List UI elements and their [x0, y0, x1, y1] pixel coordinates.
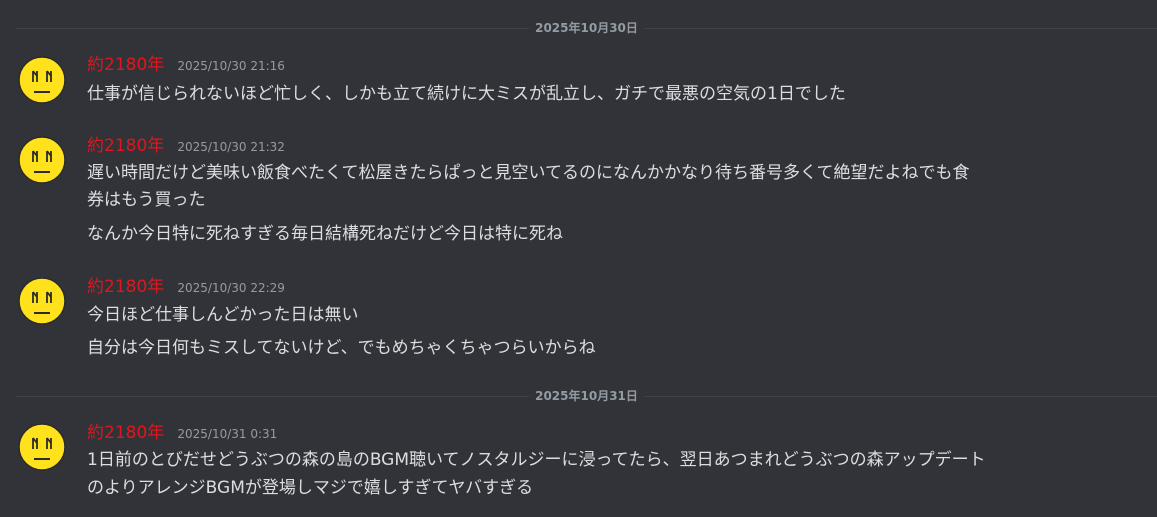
- date-divider-label: 2025年10月31日: [529, 388, 644, 404]
- smiley-face-icon: [18, 56, 66, 104]
- message-header: 約2180年 2025/10/31 0:31: [87, 422, 277, 445]
- chat-messages: 2025年10月30日 約2180年 2025/10/30 21:16 仕事が信…: [0, 0, 1157, 517]
- message-text: 遅い時間だけど美味い飯食べたくて松屋きたらぱっと見空いてるのになんかかなり待ち番…: [87, 163, 970, 183]
- message-text: 今日ほど仕事しんどかった日は無い: [87, 305, 359, 325]
- username[interactable]: 約2180年: [87, 423, 164, 443]
- message-text: 仕事が信じられないほど忙しく、しかも立て続けに大ミスが乱立し、ガチで最悪の空気の…: [87, 84, 846, 104]
- message-header: 約2180年 2025/10/30 21:32: [87, 135, 285, 158]
- smiley-face-icon: [18, 423, 66, 471]
- message-text: 券はもう買った: [87, 190, 206, 210]
- date-divider: 2025年10月31日: [16, 388, 1157, 404]
- timestamp[interactable]: 2025/10/31 0:31: [177, 427, 277, 441]
- username[interactable]: 約2180年: [87, 277, 164, 297]
- username[interactable]: 約2180年: [87, 136, 164, 156]
- avatar[interactable]: [18, 136, 66, 184]
- timestamp[interactable]: 2025/10/30 21:16: [177, 59, 285, 73]
- avatar[interactable]: [18, 423, 66, 471]
- message-header: 約2180年 2025/10/30 22:29: [87, 276, 285, 299]
- message-text: 1日前のとびだせどうぶつの森の島のBGM聴いてノスタルジーに浸ってたら、翌日あつ…: [87, 450, 986, 470]
- avatar[interactable]: [18, 56, 66, 104]
- date-divider-label: 2025年10月30日: [529, 20, 644, 36]
- timestamp[interactable]: 2025/10/30 22:29: [177, 281, 285, 295]
- timestamp[interactable]: 2025/10/30 21:32: [177, 140, 285, 154]
- message-text: 自分は今日何もミスしてないけど、でもめちゃくちゃつらいからね: [87, 338, 596, 358]
- message-header: 約2180年 2025/10/30 21:16: [87, 54, 285, 77]
- smiley-face-icon: [18, 136, 66, 184]
- message-text: なんか今日特に死ねすぎる毎日結構死ねだけど今日は特に死ね: [87, 224, 563, 244]
- username[interactable]: 約2180年: [87, 55, 164, 75]
- smiley-face-icon: [18, 277, 66, 325]
- avatar[interactable]: [18, 277, 66, 325]
- date-divider: 2025年10月30日: [16, 20, 1157, 36]
- message-text: のよりアレンジBGMが登場しマジで嬉しすぎてヤバすぎる: [87, 478, 534, 498]
